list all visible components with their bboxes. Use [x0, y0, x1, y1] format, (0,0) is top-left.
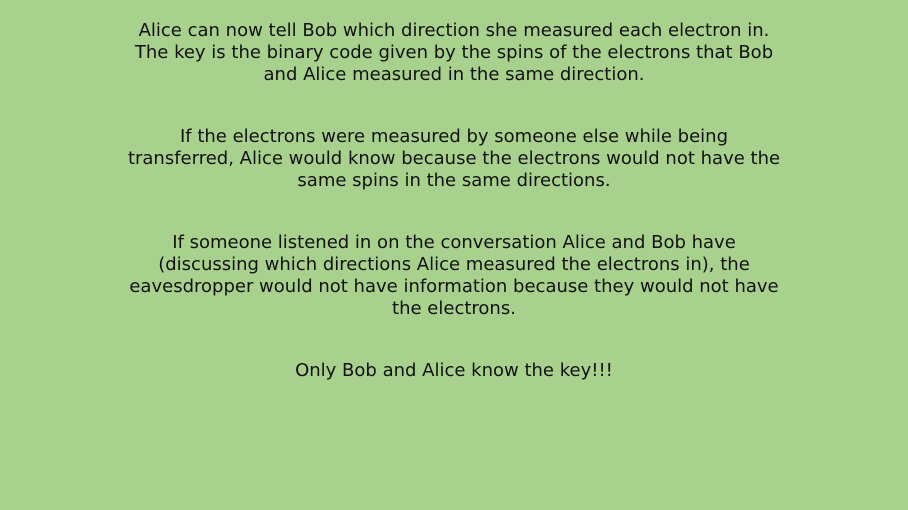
slide: Alice can now tell Bob which direction s… [0, 0, 908, 510]
paragraph-eavesdropper-info: If someone listened in on the conversati… [129, 232, 779, 319]
slide-text-content: Alice can now tell Bob which direction s… [104, 20, 804, 382]
paragraph-key-explanation: Alice can now tell Bob which direction s… [134, 20, 774, 85]
paragraph-measurement-detection: If the electrons were measured by someon… [127, 126, 781, 191]
paragraph-conclusion: Only Bob and Alice know the key!!! [295, 360, 613, 381]
